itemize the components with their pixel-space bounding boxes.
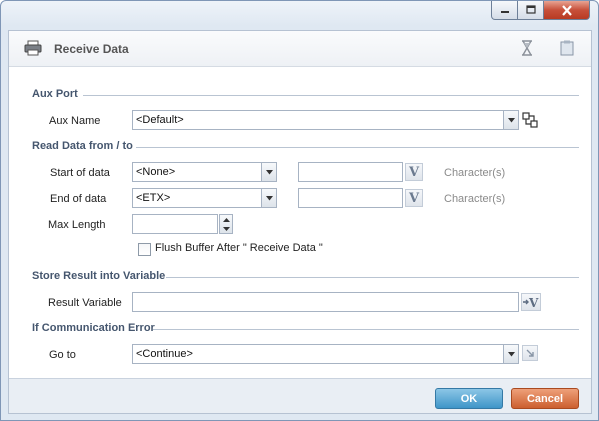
max-length-stepper[interactable] [219, 214, 233, 234]
aux-name-label: Aux Name [49, 115, 101, 127]
aux-name-select[interactable]: <Default> [132, 110, 519, 130]
start-unit-label: Character(s) [444, 167, 506, 179]
goto-value: <Continue> [136, 348, 193, 360]
cancel-button[interactable]: Cancel [511, 388, 579, 409]
start-of-data-value: <None> [136, 166, 176, 178]
section-divider [153, 329, 579, 330]
dialog-footer: OK Cancel [9, 378, 591, 413]
minimize-button[interactable] [491, 1, 518, 20]
ok-button[interactable]: OK [435, 388, 503, 409]
insert-variable-icon[interactable]: V [521, 293, 541, 311]
section-divider [83, 95, 579, 96]
start-of-data-input[interactable] [298, 162, 403, 182]
result-variable-label: Result Variable [48, 297, 122, 309]
goto-jump-icon[interactable] [522, 345, 538, 361]
flush-buffer-label[interactable]: Flush Buffer After " Receive Data " [155, 242, 323, 254]
end-of-data-input[interactable] [298, 188, 403, 208]
flush-buffer-checkbox[interactable] [138, 243, 151, 256]
section-divider [166, 277, 579, 278]
svg-text:V: V [528, 296, 539, 309]
maximize-button[interactable] [518, 1, 544, 20]
section-read-data: Read Data from / to [32, 140, 133, 152]
dialog-body: Receive Data Aux Port Aux Name <Default> [8, 30, 592, 414]
dialog-header: Receive Data [9, 31, 591, 67]
end-of-data-value: <ETX> [136, 192, 171, 204]
hourglass-icon[interactable] [521, 40, 533, 59]
section-comm-error: If Communication Error [32, 322, 155, 334]
chevron-down-icon[interactable] [220, 224, 232, 233]
chevron-down-icon[interactable] [261, 189, 276, 207]
close-button[interactable] [544, 1, 590, 20]
aux-name-value: <Default> [136, 114, 184, 126]
close-icon [561, 4, 573, 16]
max-length-input[interactable] [132, 214, 218, 234]
end-of-data-label: End of data [50, 193, 107, 205]
dialog-window: Receive Data Aux Port Aux Name <Default> [0, 0, 599, 421]
chevron-down-icon[interactable] [261, 163, 276, 181]
start-of-data-select[interactable]: <None> [132, 162, 277, 182]
dialog-title: Receive Data [54, 42, 129, 56]
maximize-icon [525, 5, 536, 15]
variable-icon[interactable]: V [405, 189, 423, 207]
section-store-result: Store Result into Variable [32, 270, 166, 282]
port-settings-icon[interactable] [521, 111, 539, 129]
section-divider [136, 147, 579, 148]
notes-icon[interactable] [560, 40, 574, 59]
start-of-data-label: Start of data [50, 167, 110, 179]
goto-select[interactable]: <Continue> [132, 344, 519, 364]
title-bar[interactable] [1, 1, 598, 23]
chevron-down-icon[interactable] [503, 111, 518, 129]
end-unit-label: Character(s) [444, 193, 506, 205]
chevron-down-icon[interactable] [503, 345, 518, 363]
printer-icon [24, 40, 42, 59]
variable-icon[interactable]: V [405, 163, 423, 181]
end-of-data-select[interactable]: <ETX> [132, 188, 277, 208]
section-aux-port: Aux Port [32, 88, 78, 100]
goto-label: Go to [49, 349, 76, 361]
minimize-icon [500, 5, 510, 15]
max-length-label: Max Length [48, 219, 106, 231]
result-variable-input[interactable] [132, 292, 519, 312]
chevron-up-icon[interactable] [220, 215, 232, 224]
